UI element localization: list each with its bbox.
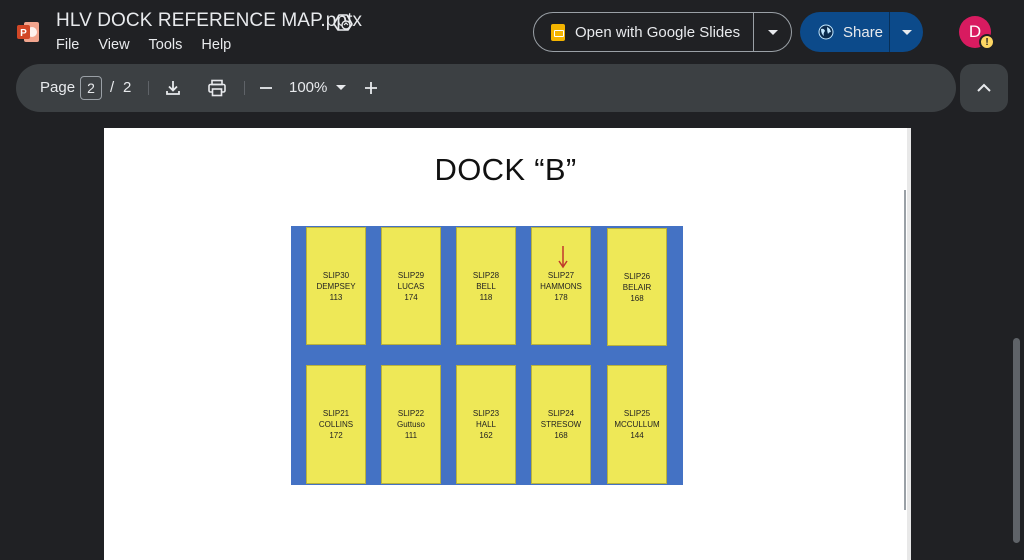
slip-owner: BELAIR — [622, 282, 652, 292]
slip-id: SLIP27 — [547, 270, 575, 280]
slip-id: SLIP21 — [322, 409, 350, 418]
slip-23: SLIP23 HALL 162 — [456, 365, 516, 484]
page-label: Page — [40, 79, 76, 96]
globe-icon — [818, 24, 834, 40]
toolbar-divider — [244, 81, 245, 95]
slip-length: 111 — [404, 431, 418, 440]
open-with-button-group: Open with Google Slides — [533, 12, 792, 52]
slip-26: SLIP26 BELAIR 168 — [607, 228, 667, 346]
download-button[interactable] — [161, 76, 185, 100]
open-with-dropdown-button[interactable] — [754, 13, 791, 51]
viewer-scrollbar[interactable] — [1013, 338, 1020, 543]
zoom-level[interactable]: 100% — [289, 79, 327, 96]
slip-length: 168 — [554, 431, 568, 440]
zoom-out-icon — [260, 87, 272, 89]
powerpoint-letter: P — [20, 28, 27, 39]
zoom-in-icon — [365, 82, 377, 94]
slide-title: DOCK “B” — [434, 152, 577, 187]
pdf-toolbar: Page 2 / 2 100% — [16, 64, 956, 112]
dock-map: SLIP30 DEMPSEY 113 SLIP29 LUCAS 174 SLIP… — [291, 226, 683, 485]
slip-27: SLIP27 HAMMONS 178 — [531, 227, 591, 345]
slip-length: 168 — [630, 293, 644, 303]
slip-owner: STRESOW — [540, 420, 582, 429]
menu-file[interactable]: File — [56, 37, 79, 53]
zoom-dropdown-icon[interactable] — [336, 85, 346, 90]
share-button-group: Share — [800, 12, 923, 52]
slip-id: SLIP28 — [472, 270, 500, 280]
page-edge-line — [904, 190, 906, 510]
slip-id: SLIP29 — [397, 270, 425, 280]
slip-owner: DEMPSEY — [316, 281, 356, 291]
slip-owner: HALL — [475, 420, 496, 429]
slip-id: SLIP25 — [623, 409, 651, 418]
print-icon — [208, 79, 226, 97]
slip-length: 144 — [630, 431, 644, 440]
slip-length: 118 — [479, 292, 493, 302]
slip-length: 178 — [554, 292, 568, 302]
powerpoint-icon: P — [17, 22, 39, 42]
slip-length: 113 — [329, 292, 343, 302]
slip-21: SLIP21 COLLINS 172 — [306, 365, 366, 484]
open-with-slides-button[interactable]: Open with Google Slides — [534, 13, 754, 51]
slip-id: SLIP26 — [623, 271, 651, 281]
chevron-down-icon — [901, 29, 912, 35]
page-number-input[interactable]: 2 — [80, 76, 102, 100]
slip-id: SLIP24 — [547, 409, 575, 418]
print-button[interactable] — [205, 76, 229, 100]
slip-owner: MCCULLUM — [614, 420, 660, 429]
open-with-label: Open with Google Slides — [575, 23, 741, 41]
zoom-out-button[interactable] — [254, 76, 278, 100]
google-slides-icon — [551, 23, 565, 41]
slip-owner: BELL — [476, 281, 496, 291]
slip-owner: LUCAS — [397, 281, 425, 291]
share-label: Share — [843, 23, 884, 41]
chevron-up-icon — [977, 83, 991, 92]
drive-sync-icon[interactable] — [333, 12, 353, 32]
chevron-down-icon — [767, 29, 778, 35]
down-arrow-icon — [558, 246, 568, 269]
slip-25: SLIP25 MCCULLUM 144 — [607, 365, 667, 484]
slip-24: SLIP24 STRESOW 168 — [531, 365, 591, 484]
slip-owner: COLLINS — [318, 420, 354, 429]
slip-30: SLIP30 DEMPSEY 113 — [306, 227, 366, 345]
page-edge — [907, 128, 911, 560]
slip-22: SLIP22 Guttuso 111 — [381, 365, 441, 484]
collapse-header-button[interactable] — [960, 64, 1008, 112]
zoom-in-button[interactable] — [359, 76, 383, 100]
slip-id: SLIP30 — [322, 270, 350, 280]
slip-owner: HAMMONS — [540, 281, 582, 291]
share-dropdown-button[interactable] — [890, 12, 923, 52]
menu-tools[interactable]: Tools — [149, 37, 183, 53]
slip-length: 174 — [404, 292, 418, 302]
page-separator: / — [110, 79, 115, 96]
toolbar-divider — [148, 81, 149, 95]
download-icon — [166, 81, 180, 95]
document-title[interactable]: HLV DOCK REFERENCE MAP.pptx — [56, 10, 362, 32]
slip-29: SLIP29 LUCAS 174 — [381, 227, 441, 345]
slip-length: 162 — [479, 431, 493, 440]
share-button[interactable]: Share — [800, 12, 890, 52]
document-page: DOCK “B” SLIP30 DEMPSEY 113 SLIP29 LUCAS… — [104, 128, 907, 560]
menu-bar: File View Tools Help — [56, 37, 250, 53]
slip-28: SLIP28 BELL 118 — [456, 227, 516, 345]
slip-id: SLIP23 — [472, 409, 500, 418]
warning-badge-icon: ! — [979, 34, 995, 50]
slip-id: SLIP22 — [397, 409, 425, 418]
slip-owner: Guttuso — [396, 420, 425, 429]
menu-help[interactable]: Help — [201, 37, 231, 53]
slip-length: 172 — [329, 431, 343, 440]
page-total: 2 — [123, 79, 132, 96]
menu-view[interactable]: View — [98, 37, 129, 53]
